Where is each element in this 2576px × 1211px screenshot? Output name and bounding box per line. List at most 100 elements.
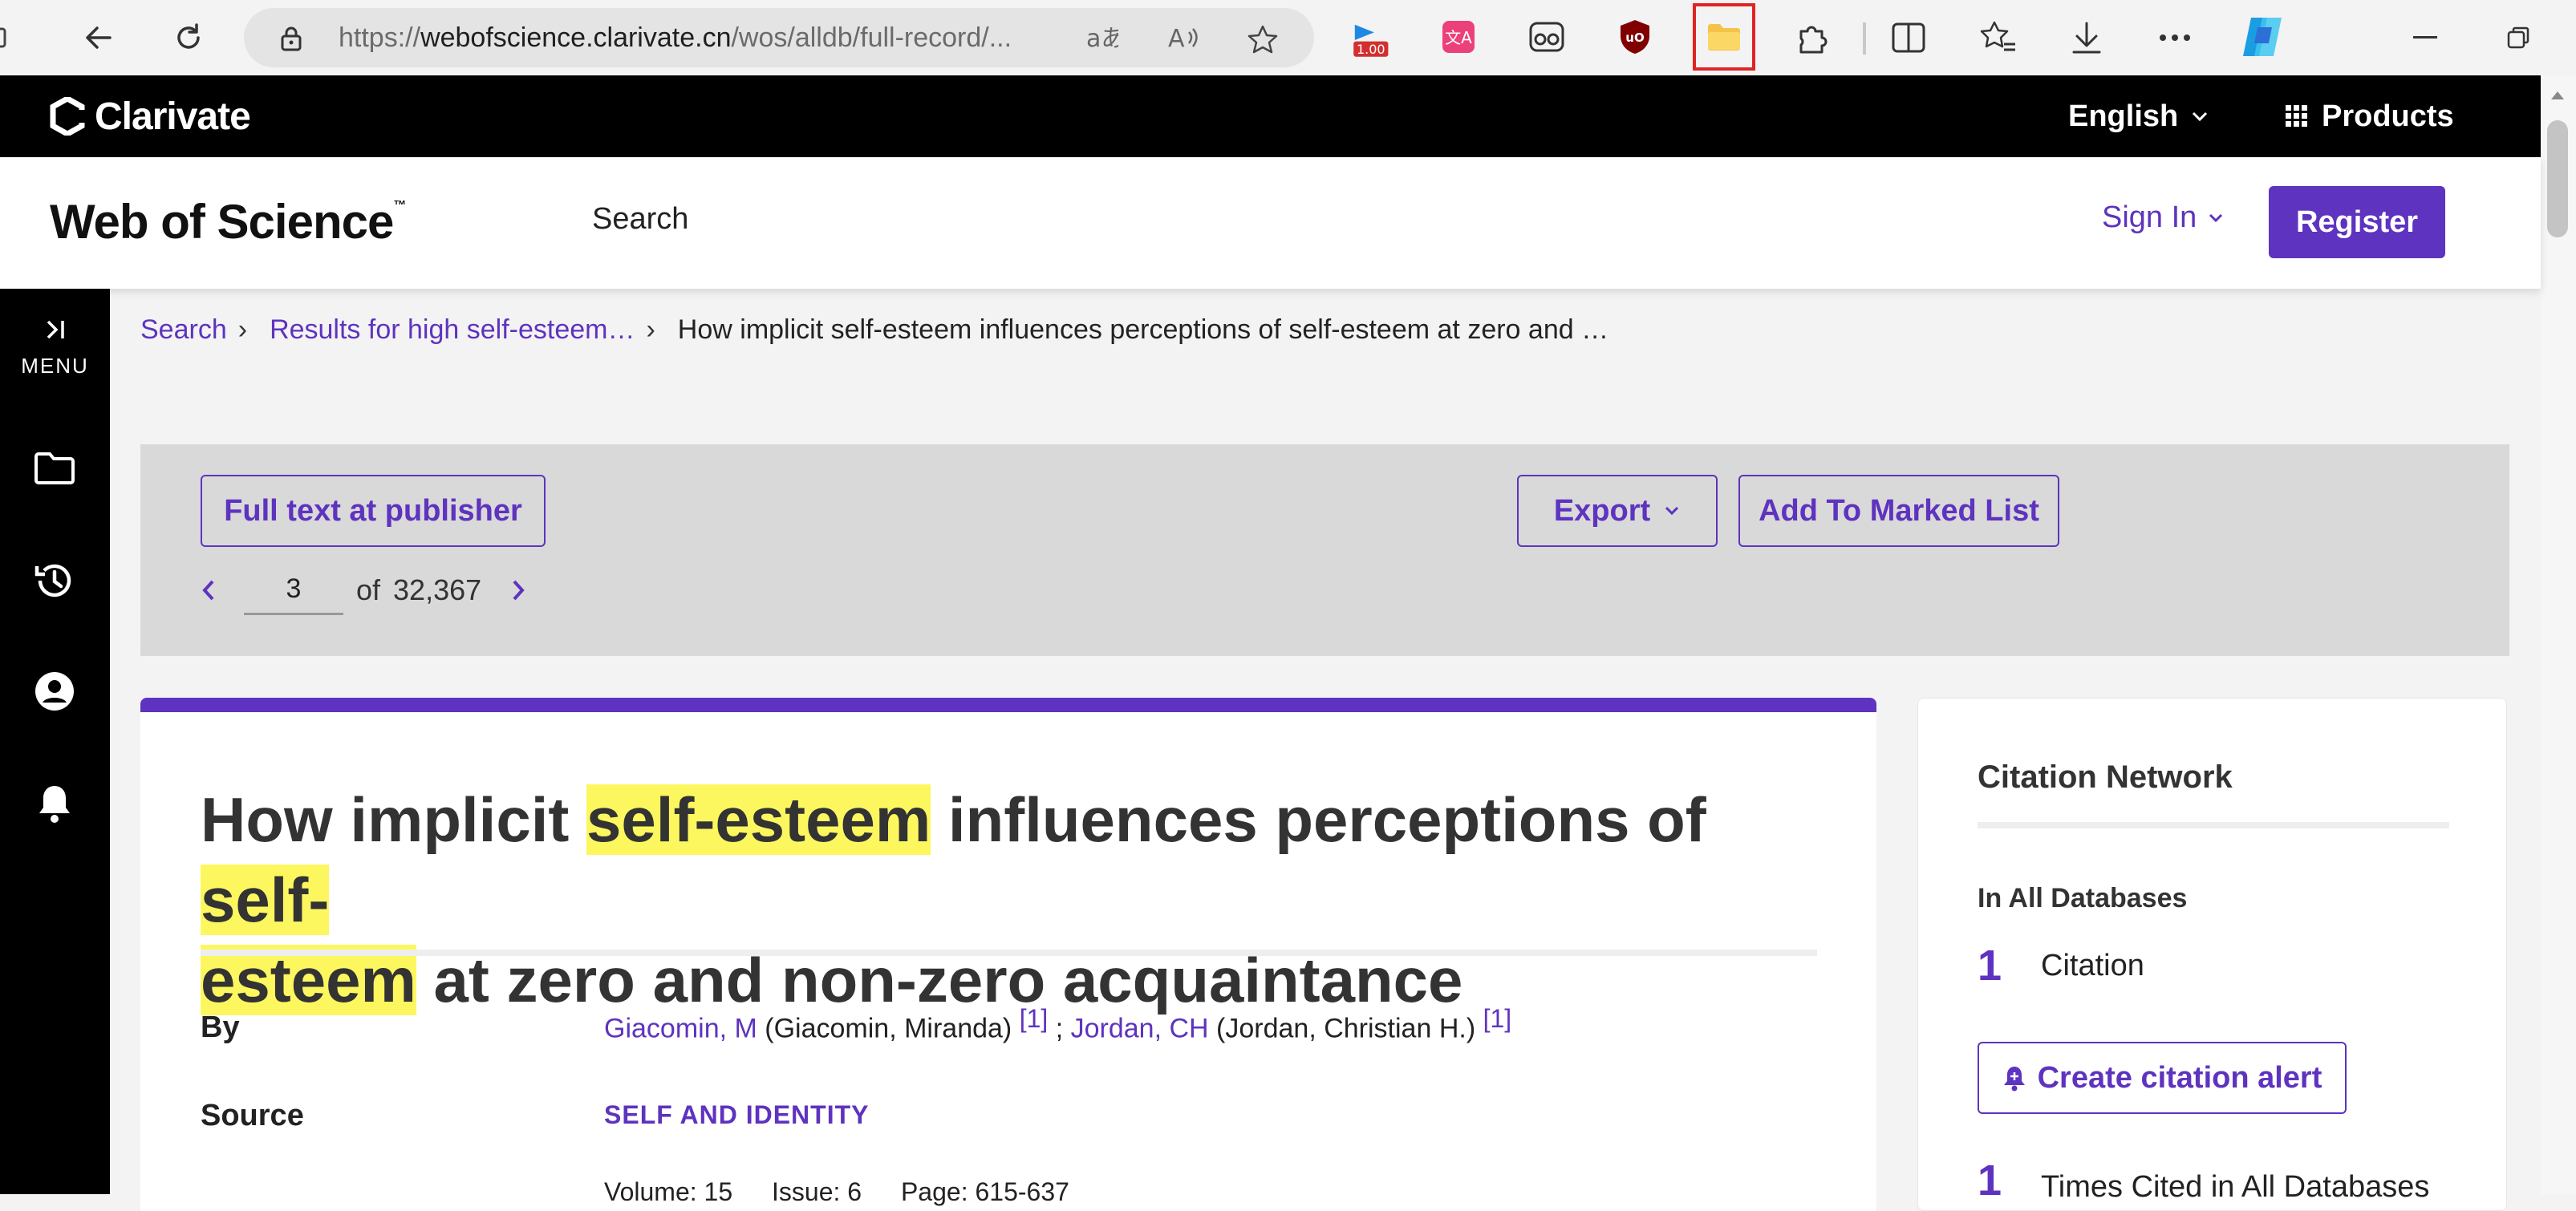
author-list: Giacomin, M (Giacomin, Miranda) [1] ; Jo… <box>604 1004 1511 1044</box>
url-text[interactable]: https://webofscience.clarivate.cn/wos/al… <box>339 8 1012 67</box>
extension-badge: 1.00 <box>1357 42 1385 57</box>
more-options-icon[interactable] <box>2156 19 2193 56</box>
breadcrumb-current: How implicit self-esteem influences perc… <box>677 314 1609 345</box>
extension-translate-icon[interactable]: 文A <box>1439 18 1478 56</box>
left-navigation: MENU <box>0 289 110 1194</box>
wos-logo[interactable]: Web of Science™ <box>50 194 406 249</box>
affiliation-ref[interactable]: [1] <box>1483 1004 1512 1033</box>
chevron-down-icon <box>1665 506 1679 516</box>
scrollbar-thumb[interactable] <box>2547 120 2568 237</box>
scroll-up-arrow-icon[interactable] <box>2550 90 2566 105</box>
bell-plus-icon <box>2003 1067 2025 1092</box>
wos-logo-text: Web of Science <box>50 195 394 249</box>
citation-count-label: Citation <box>2041 949 2144 982</box>
affiliation-ref[interactable]: [1] <box>1020 1004 1049 1033</box>
extension-folder-icon[interactable] <box>1705 18 1743 56</box>
author-link[interactable]: Jordan, CH <box>1071 1013 1209 1043</box>
read-aloud-icon[interactable]: A <box>1168 24 1198 53</box>
clarivate-logo-text: Clarivate <box>95 95 251 138</box>
language-label: English <box>2068 99 2179 133</box>
breadcrumb-results[interactable]: Results for high self-esteem… <box>270 314 635 346</box>
wos-header: Web of Science™ Search Sign In Register <box>0 157 2541 289</box>
title-part: How implicit <box>201 784 587 855</box>
record-title: How implicit self-esteem influences perc… <box>201 780 1821 1020</box>
source-details: Volume: 15 Issue: 6 Page: 615-637 <box>604 1177 1101 1207</box>
minimize-icon[interactable] <box>2407 19 2444 56</box>
add-to-marked-list-button[interactable]: Add To Marked List <box>1738 475 2059 547</box>
back-icon[interactable] <box>77 16 120 59</box>
title-highlight: self- <box>201 865 330 935</box>
url-scheme: https:// <box>339 22 421 53</box>
language-selector[interactable]: English <box>2068 75 2209 157</box>
url-path: /wos/alldb/full-record/... <box>731 22 1012 53</box>
pages: Page: 615-637 <box>900 1177 1069 1206</box>
record-card: How implicit self-esteem influences perc… <box>140 698 1876 1211</box>
extension-zoom-icon[interactable]: 1.00 <box>1351 21 1389 59</box>
chevron-right-icon: › <box>646 314 655 345</box>
svg-text:文A: 文A <box>1445 28 1472 47</box>
favorites-icon[interactable] <box>1980 19 2017 56</box>
account-icon[interactable] <box>27 664 82 719</box>
extensions-puzzle-icon[interactable] <box>1794 19 1831 56</box>
by-label: By <box>201 1011 240 1044</box>
lock-icon[interactable] <box>279 26 303 55</box>
address-bar[interactable]: https://webofscience.clarivate.cn/wos/al… <box>244 8 1314 67</box>
menu-toggle[interactable]: MENU <box>0 318 110 379</box>
issue: Issue: 6 <box>772 1177 862 1206</box>
svg-text:uO: uO <box>1625 30 1644 45</box>
extension-ublock-icon[interactable]: uO <box>1616 18 1654 56</box>
notifications-bell-icon[interactable] <box>27 776 82 831</box>
sign-in-menu[interactable]: Sign In <box>2102 200 2224 235</box>
page-scrollbar[interactable] <box>2541 75 2576 1194</box>
previous-record-icon[interactable] <box>201 578 217 602</box>
title-part: influences perceptions of <box>931 784 1706 855</box>
author-fullname: (Giacomin, Miranda) <box>757 1013 1020 1044</box>
record-pager: of 32,367 <box>201 561 526 619</box>
folder-icon[interactable] <box>27 441 82 496</box>
translate-icon[interactable]: aあ <box>1086 24 1125 53</box>
breadcrumb-search[interactable]: Search <box>140 314 227 346</box>
times-cited-count[interactable]: 1 <box>1978 1156 2002 1205</box>
refresh-icon[interactable] <box>167 16 210 59</box>
copilot-icon[interactable] <box>2238 13 2286 61</box>
downloads-icon[interactable] <box>2068 19 2105 56</box>
author-fullname: (Jordan, Christian H.) <box>1208 1013 1483 1044</box>
tab-actions-icon[interactable] <box>0 16 19 59</box>
history-icon[interactable] <box>27 553 82 608</box>
register-button[interactable]: Register <box>2269 186 2445 258</box>
export-label: Export <box>1553 493 1651 528</box>
create-citation-alert-label: Create citation alert <box>2037 1060 2322 1095</box>
citation-network-card: Citation Network In All Databases 1 Cita… <box>1917 698 2507 1211</box>
toolbar-divider <box>1863 22 1866 55</box>
extension-reader-icon[interactable] <box>1527 18 1566 56</box>
citation-network-heading: Citation Network <box>1978 759 2233 795</box>
menu-label: MENU <box>21 354 89 378</box>
source-journal-link[interactable]: SELF AND IDENTITY <box>604 1100 869 1130</box>
full-text-publisher-button[interactable]: Full text at publisher <box>201 475 546 547</box>
create-citation-alert-button[interactable]: Create citation alert <box>1978 1042 2347 1114</box>
citation-count[interactable]: 1 <box>1978 941 2002 990</box>
title-divider <box>201 950 1817 956</box>
page-number-input[interactable] <box>244 565 343 615</box>
svg-text:A: A <box>1168 25 1185 53</box>
title-highlight: self-esteem <box>586 784 931 855</box>
next-record-icon[interactable] <box>510 578 526 602</box>
favorite-star-icon[interactable] <box>1247 24 1278 54</box>
products-menu[interactable]: Products <box>2285 75 2454 157</box>
export-button[interactable]: Export <box>1517 475 1718 547</box>
nav-search-link[interactable]: Search <box>592 202 688 237</box>
clarivate-mark-icon <box>50 97 85 136</box>
browser-toolbar: https://webofscience.clarivate.cn/wos/al… <box>0 0 2576 75</box>
breadcrumb: Search › Results for high self-esteem… ›… <box>140 310 1608 350</box>
citation-divider <box>1978 822 2449 828</box>
clarivate-logo[interactable]: Clarivate <box>50 93 251 140</box>
author-link[interactable]: Giacomin, M <box>604 1013 757 1043</box>
record-action-bar: Full text at publisher Export Add To Mar… <box>140 444 2509 656</box>
split-screen-icon[interactable] <box>1890 19 1927 56</box>
sign-in-label: Sign In <box>2102 200 2197 234</box>
expand-menu-icon <box>47 320 64 339</box>
clarivate-header: Clarivate English Products <box>0 75 2541 157</box>
author-separator: ; <box>1048 1013 1071 1044</box>
all-databases-label: In All Databases <box>1978 883 2188 913</box>
restore-icon[interactable] <box>2500 19 2537 56</box>
